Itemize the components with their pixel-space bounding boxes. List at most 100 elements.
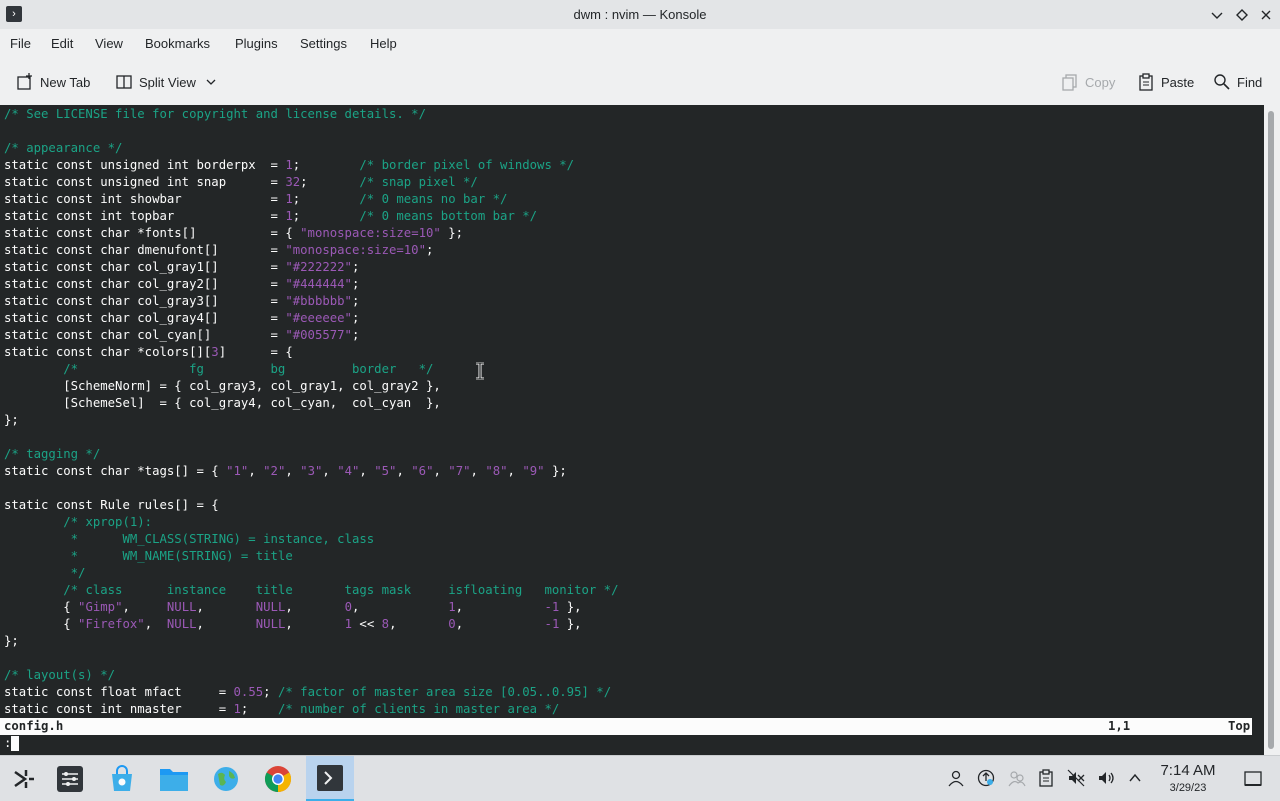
code-token: "9" — [522, 464, 545, 478]
code-token: 3 — [211, 345, 219, 359]
taskbar-discover[interactable] — [99, 756, 145, 801]
code-line: { "Gimp", NULL, NULL, 0, 1, -1 }, — [4, 599, 582, 616]
copy-icon — [1062, 74, 1077, 91]
code-token: }, — [559, 600, 582, 614]
code-token: "6" — [411, 464, 434, 478]
code-token: 0 — [344, 600, 353, 614]
split-view-label: Split View — [139, 74, 196, 90]
code-token: /* 0 means no bar */ — [359, 192, 508, 206]
menu-edit[interactable]: Edit — [51, 29, 73, 59]
code-token: , — [507, 464, 523, 478]
code-token: "Gimp" — [78, 600, 123, 614]
code-token: }; — [440, 226, 464, 240]
find-label: Find — [1237, 74, 1263, 90]
code-line: static const int topbar = 1; /* 0 means … — [4, 208, 537, 225]
code-line: [SchemeSel] = { col_gray4, col_cyan, col… — [4, 395, 441, 412]
menu-view[interactable]: View — [95, 29, 123, 59]
close-icon[interactable] — [1256, 5, 1276, 25]
code-line: /* fg bg border */ — [4, 361, 433, 378]
code-token: static const char *colors[][ — [4, 345, 212, 359]
discover-store-icon — [112, 764, 132, 791]
code-token: , — [285, 464, 301, 478]
updates-icon[interactable] — [977, 769, 995, 787]
vim-command-line[interactable]: : — [0, 735, 20, 752]
code-token: ; — [292, 192, 360, 206]
code-token: static const char col_gray1[] = — [4, 260, 286, 274]
code-token: , — [122, 600, 167, 614]
taskbar-web-browser[interactable] — [203, 756, 249, 801]
code-token: ; — [351, 311, 360, 325]
code-token: static const Rule rules[] = { — [4, 498, 219, 512]
code-token: * WM_CLASS(STRING) = instance, class — [4, 532, 375, 546]
code-token: }; — [4, 634, 19, 648]
system-settings-icon — [57, 765, 83, 792]
code-token: static const char col_gray4[] = — [4, 311, 286, 325]
clock-date[interactable]: 3/29/23 — [1150, 782, 1226, 794]
code-token: "monospace:size=10" — [285, 243, 426, 257]
clipboard-icon[interactable] — [1037, 769, 1055, 787]
cmdline-text: : — [4, 736, 12, 750]
code-token: , — [352, 600, 449, 614]
code-token: }, — [559, 617, 582, 631]
new-tab-button[interactable]: New Tab — [16, 59, 90, 105]
user-icon[interactable] — [947, 769, 965, 787]
code-token: "7" — [448, 464, 471, 478]
code-token: /* tagging */ — [4, 447, 101, 461]
code-line: static const char col_gray1[] = "#222222… — [4, 259, 359, 276]
menu-help[interactable]: Help — [370, 29, 397, 59]
taskbar-file-manager[interactable] — [151, 756, 197, 801]
code-token: static const char col_gray3[] = — [4, 294, 286, 308]
code-token: , — [470, 464, 486, 478]
code-token: /* border pixel of windows */ — [359, 158, 575, 172]
network-disconnected-icon[interactable] — [1008, 769, 1026, 787]
find-button[interactable]: Find — [1213, 59, 1262, 105]
code-token: ; — [351, 260, 360, 274]
terminal-scrollbar[interactable] — [1264, 105, 1280, 755]
code-token: 1 — [233, 702, 241, 716]
maximize-icon[interactable] — [1232, 5, 1252, 25]
code-line: }; — [4, 412, 19, 429]
code-line: static const char dmenufont[] = "monospa… — [4, 242, 433, 259]
minimize-icon[interactable] — [1207, 5, 1227, 25]
code-line: /* class instance title tags mask isfloa… — [4, 582, 619, 599]
code-token: , — [196, 617, 256, 631]
code-line: /* tagging */ — [4, 446, 100, 463]
code-token: ; — [263, 685, 278, 699]
application-launcher-icon — [14, 769, 34, 788]
code-token: 32 — [285, 175, 301, 189]
menu-bookmarks[interactable]: Bookmarks — [145, 29, 210, 59]
audio-muted-icon[interactable] — [1067, 769, 1085, 787]
code-token: << — [352, 617, 382, 631]
taskbar-konsole[interactable] — [306, 756, 354, 801]
code-token: -1 — [544, 617, 560, 631]
code-token: NULL — [166, 617, 197, 631]
scrollbar-thumb[interactable] — [1268, 111, 1274, 749]
menu-plugins[interactable]: Plugins — [235, 29, 278, 59]
code-token: 1 — [285, 209, 293, 223]
code-line: static const unsigned int borderpx = 1; … — [4, 157, 574, 174]
taskbar-chrome[interactable] — [255, 756, 301, 801]
code-token: ; — [292, 209, 360, 223]
code-token: /* class instance title tags mask isfloa… — [63, 583, 619, 597]
menu-file[interactable]: File — [10, 29, 31, 59]
terminal-view[interactable]: /* See LICENSE file for copyright and li… — [0, 105, 1264, 755]
code-token: * WM_NAME(STRING) = title — [4, 549, 293, 563]
clock-time[interactable]: 7:14 AM — [1150, 762, 1226, 779]
code-token: static const float mfact = — [4, 685, 234, 699]
split-view-button[interactable]: Split View — [115, 59, 224, 105]
earth-browser-icon — [214, 766, 238, 791]
paste-label: Paste — [1161, 74, 1195, 90]
code-token: , — [285, 600, 345, 614]
chevron-up-icon[interactable] — [1126, 769, 1144, 787]
application-launcher-button[interactable] — [0, 756, 46, 801]
code-line: static const int showbar = 1; /* 0 means… — [4, 191, 507, 208]
menu-settings[interactable]: Settings — [300, 29, 347, 59]
show-desktop-icon[interactable] — [1244, 770, 1262, 788]
copy-button[interactable]: Copy — [1061, 59, 1115, 105]
taskbar-system-settings[interactable] — [47, 756, 93, 801]
volume-icon[interactable] — [1097, 769, 1115, 787]
paste-button[interactable]: Paste — [1137, 59, 1194, 105]
code-token: "2" — [263, 464, 286, 478]
